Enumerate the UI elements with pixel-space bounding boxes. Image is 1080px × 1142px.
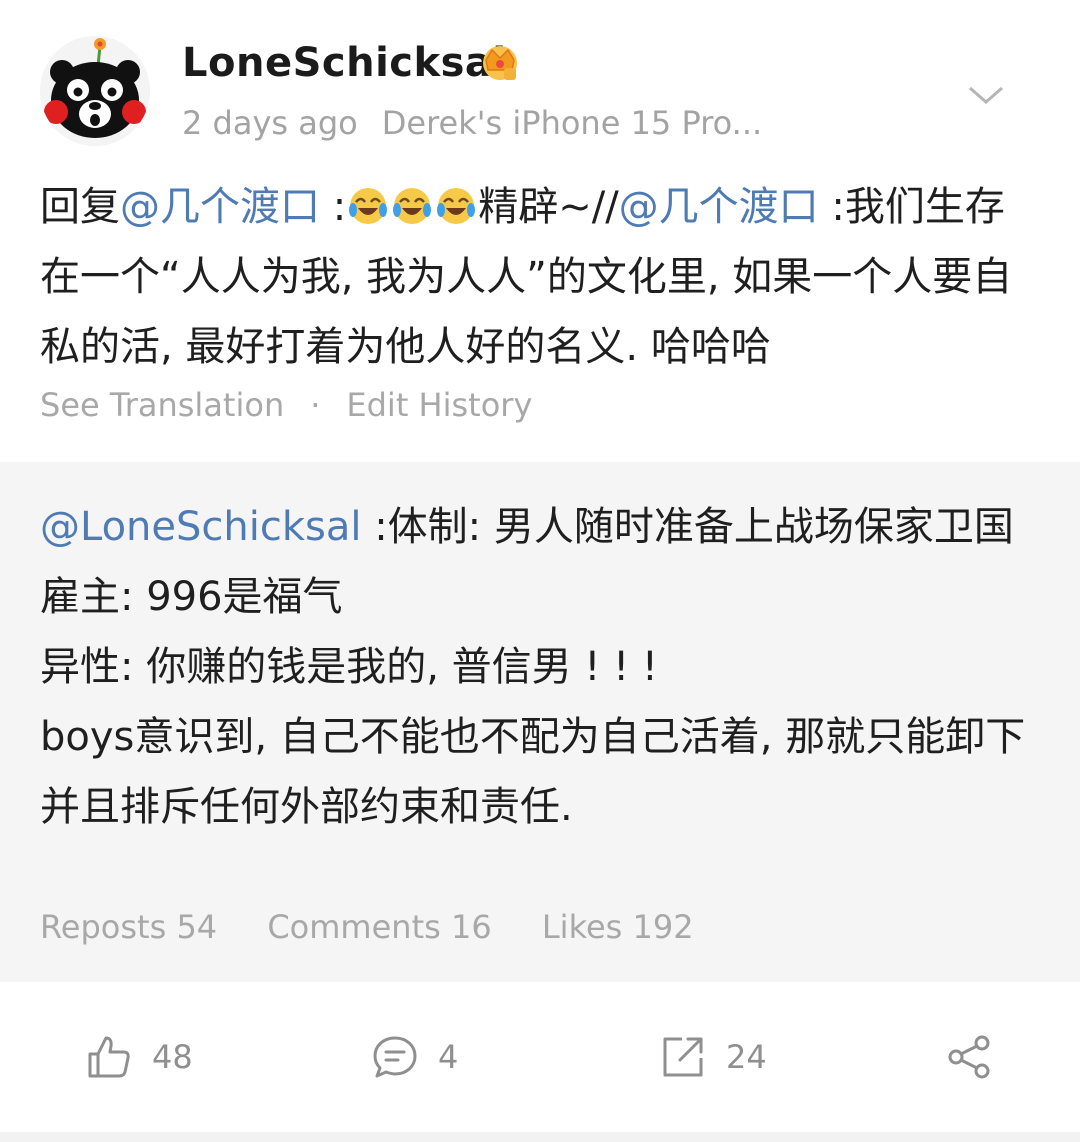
laugh-cry-emoji-icon (393, 188, 432, 224)
reply-prefix: 回复 (40, 184, 120, 230)
laugh-cry-emoji-icon (349, 188, 388, 224)
like-count: 48 (152, 1038, 193, 1076)
quoted-line: boys意识到, 自己不能也不配为自己活着, 那就只能卸下并且排斥任何外部约束和… (40, 714, 1026, 830)
reposts-count[interactable]: Reposts 54 (40, 908, 217, 946)
post-links: See Translation · Edit History (40, 386, 532, 424)
post-text: 回复@几个渡口 : 精辟~//@几个渡口 :我们生存在一个“人人为我, 我为人人”… (40, 172, 1040, 382)
username[interactable]: LoneSchicksal (182, 40, 507, 86)
thumbs-up-icon (88, 1036, 130, 1078)
post-meta: 2 days ago Derek's iPhone 15 Pro... (182, 104, 762, 142)
action-bar: 48 4 24 (0, 982, 1080, 1132)
share-nodes-icon (948, 1035, 990, 1079)
kumamon-avatar-icon (40, 36, 150, 146)
repost-button[interactable]: 24 (660, 1032, 767, 1082)
mention-link[interactable]: @几个渡口 (619, 184, 819, 230)
quoted-post-text: @LoneSchicksal :体制: 男人随时准备上战场保家卫国 雇主: 99… (40, 492, 1045, 842)
quoted-line: @LoneSchicksal :体制: 男人随时准备上战场保家卫国 (40, 492, 1045, 562)
comment-bubble-icon (373, 1036, 417, 1078)
quoted-post[interactable]: @LoneSchicksal :体制: 男人随时准备上战场保家卫国 雇主: 99… (0, 462, 1080, 982)
see-translation-link[interactable]: See Translation (40, 386, 284, 424)
crown-badge-icon (483, 46, 517, 80)
comments-count[interactable]: Comments 16 (267, 908, 491, 946)
comment-count: 4 (438, 1038, 459, 1076)
post-header: LoneSchicksal 2 days ago Derek's iPhone 1… (0, 0, 1080, 160)
link-separator: · (310, 386, 321, 424)
like-button[interactable]: 48 (86, 1032, 193, 1082)
likes-count[interactable]: Likes 192 (542, 908, 694, 946)
post-device: Derek's iPhone 15 Pro... (381, 104, 763, 142)
avatar[interactable] (40, 36, 150, 146)
post-separator: : (320, 184, 347, 230)
edit-history-link[interactable]: Edit History (346, 386, 532, 424)
laugh-cry-emoji-icon (437, 188, 476, 224)
post-time: 2 days ago (182, 104, 358, 142)
repost-share-icon (663, 1037, 703, 1077)
repost-count: 24 (726, 1038, 767, 1076)
bottom-divider (0, 1132, 1080, 1142)
comment-button[interactable]: 4 (372, 1032, 458, 1082)
mention-link[interactable]: @LoneSchicksal (40, 504, 361, 550)
chevron-down-icon[interactable] (966, 80, 1006, 110)
post-text-segment: 精辟~// (478, 184, 619, 230)
quoted-line: 雇主: 996是福气 (40, 574, 343, 620)
share-button[interactable] (946, 1032, 992, 1082)
quoted-line: 异性: 你赚的钱是我的, 普信男 ! ! ! (40, 644, 658, 690)
quoted-post-stats: Reposts 54 Comments 16 Likes 192 (40, 908, 734, 946)
quoted-text-segment: :体制: 男人随时准备上战场保家卫国 (361, 504, 1014, 550)
mention-link[interactable]: @几个渡口 (120, 184, 320, 230)
